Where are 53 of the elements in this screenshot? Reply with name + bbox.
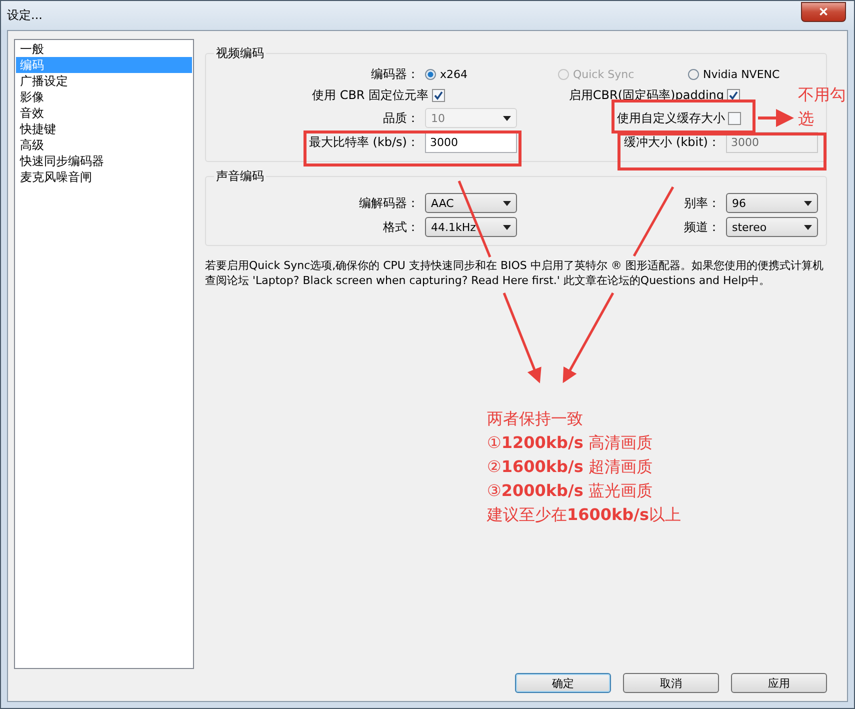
category-item[interactable]: 高级 — [16, 137, 192, 153]
audio-dropdown[interactable]: 44.1kHz — [425, 217, 517, 237]
field-label: 格式： — [383, 218, 419, 236]
dialog-button[interactable]: 应用 — [731, 673, 827, 693]
annotation-text: 不用勾 — [798, 84, 846, 106]
annotation-text: ③2000kb/s 蓝光画质 — [487, 480, 654, 502]
checkbox[interactable] — [432, 89, 445, 102]
annotation-text: 选 — [798, 108, 815, 130]
arrow — [758, 109, 794, 127]
category-item[interactable]: 快速同步编码器 — [16, 153, 192, 169]
category-item[interactable]: 快捷键 — [16, 121, 192, 137]
dropdown-arrow-icon — [804, 200, 812, 206]
checkbox-label: 使用 CBR 固定位元率 — [312, 87, 429, 104]
audio-dropdown[interactable]: 96 — [726, 193, 818, 213]
audio-dropdown[interactable]: AAC — [425, 193, 517, 213]
radio-label: Quick Sync — [573, 68, 634, 81]
close-button[interactable]: ✕ — [801, 2, 846, 22]
category-item[interactable]: 麦克风噪音闸 — [16, 169, 192, 185]
group-title: 视频编码 — [215, 45, 265, 62]
field-label: 编码器： — [371, 66, 419, 83]
radio-button[interactable] — [425, 69, 436, 80]
field-label: 编解码器： — [359, 194, 419, 212]
radio-label: x264 — [440, 68, 468, 81]
radio-button[interactable] — [688, 69, 699, 80]
annotation-text: 两者保持一致 — [487, 408, 584, 430]
checkmark-icon — [729, 91, 738, 100]
window-title: 设定... — [7, 7, 42, 24]
checkbox-label: 使用自定义缓存大小 — [617, 110, 725, 126]
field-label: 频道： — [684, 218, 720, 236]
field-label: 最大比特率 (kb/s)： — [308, 134, 419, 151]
dropdown-arrow-icon — [503, 200, 511, 206]
annotation-text: ②1600kb/s 超清画质 — [487, 456, 654, 478]
category-item[interactable]: 广播设定 — [16, 73, 192, 89]
dropdown-arrow-icon — [503, 116, 511, 120]
radio-label: Nvidia NVENC — [703, 68, 780, 81]
field-label: 品质： — [383, 110, 419, 126]
checkmark-icon — [434, 91, 443, 100]
info-text: 若要启用Quick Sync选项,确保你的 CPU 支持快速同步和在 BIOS 中启用了英特尔 ® 图形适配器。如果您使用的便携式计算机查阅论坛 'Laptop? Black screen when capturing? Read Here first.' 此文章在论坛的Questions and Help中。 — [205, 258, 824, 288]
bitrate-field[interactable]: 3000 — [425, 132, 517, 153]
checkbox[interactable] — [728, 112, 741, 124]
category-item[interactable]: 音效 — [16, 105, 192, 121]
dropdown-arrow-icon — [503, 224, 511, 230]
annotation-text: 建议至少在1600kb/s以上 — [487, 504, 681, 526]
dialog-button[interactable]: 取消 — [623, 673, 719, 693]
dialog-button[interactable]: 确定 — [515, 673, 611, 693]
field-label: 缓冲大小 (kbit)： — [624, 134, 720, 151]
dropdown-arrow-icon — [804, 224, 812, 230]
audio-dropdown[interactable]: stereo — [726, 217, 818, 237]
annotation-text: ①1200kb/s 高清画质 — [487, 432, 654, 454]
category-item[interactable]: 一般 — [16, 41, 192, 57]
category-item[interactable]: 影像 — [16, 89, 192, 105]
field-label: 别率： — [684, 194, 720, 212]
group-title: 声音编码 — [215, 168, 265, 185]
